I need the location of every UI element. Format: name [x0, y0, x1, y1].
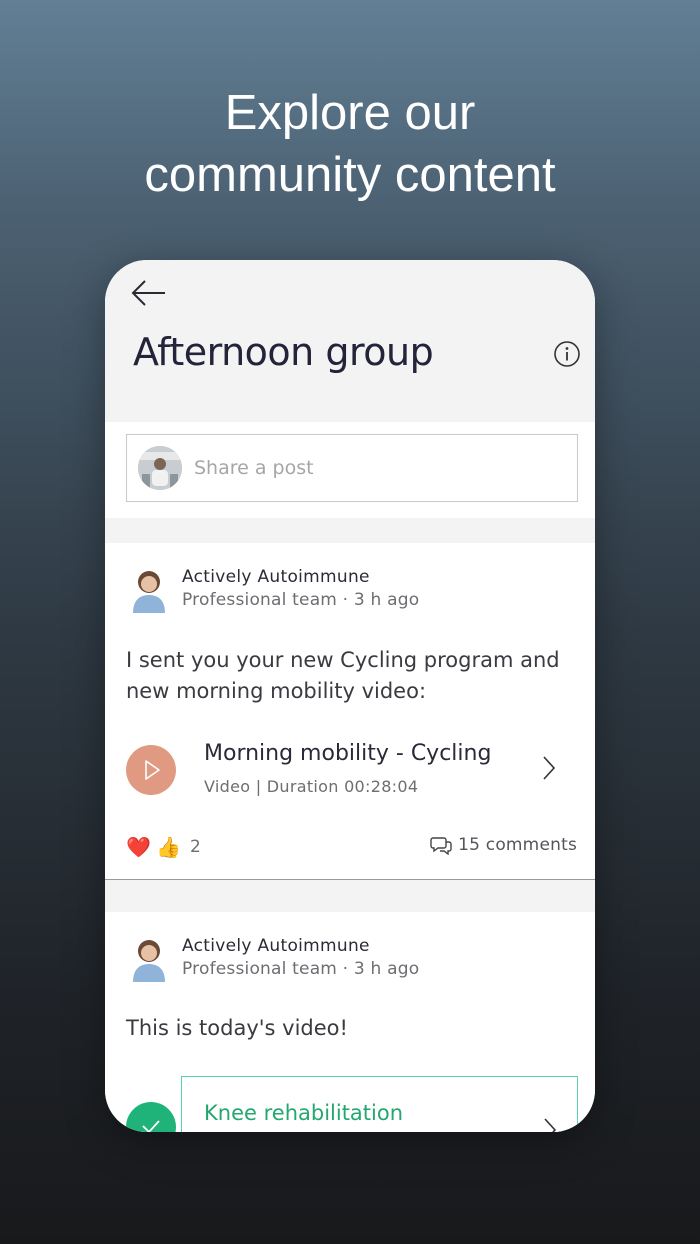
- exercise-attachment[interactable]: Knee rehabilitation: [181, 1076, 578, 1132]
- comment-icon: [430, 837, 452, 856]
- post-card: Actively Autoimmune Professional team · …: [105, 543, 595, 880]
- chevron-right-icon: [544, 1118, 557, 1132]
- play-button[interactable]: [126, 745, 176, 795]
- completed-badge: [126, 1102, 176, 1132]
- reactions[interactable]: ❤️ 👍 2: [126, 835, 201, 861]
- post-author: Actively Autoimmune: [182, 567, 370, 587]
- post-text: I sent you your new Cycling program and …: [126, 648, 560, 703]
- video-attachment[interactable]: Morning mobility - Cycling Video | Durat…: [105, 741, 595, 821]
- author-photo-icon: [133, 571, 165, 613]
- headline-line-2: community content: [144, 148, 556, 202]
- headline: Explore our community content: [0, 82, 700, 206]
- post-card: Actively Autoimmune Professional team · …: [105, 912, 595, 1132]
- back-arrow-icon: [131, 280, 165, 306]
- author-avatar: [129, 936, 169, 982]
- chevron-right-icon: [543, 756, 556, 780]
- share-post-section: Share a post: [105, 422, 595, 518]
- user-photo-icon: [138, 446, 182, 490]
- video-subtitle: Video | Duration 00:28:04: [204, 777, 419, 796]
- check-icon: [142, 1120, 160, 1132]
- phone-screen: Afternoon group Share a post Actively Au…: [105, 260, 595, 1132]
- info-icon: [554, 341, 580, 367]
- heart-reaction-icon: ❤️: [126, 835, 151, 859]
- exercise-title: Knee rehabilitation: [204, 1101, 404, 1125]
- post-meta: Professional team · 3 h ago: [182, 590, 420, 610]
- author-avatar: [129, 567, 169, 613]
- group-header: Afternoon group: [105, 260, 595, 420]
- comments-link[interactable]: 15 comments: [430, 835, 577, 856]
- info-button[interactable]: [553, 340, 581, 368]
- share-post-placeholder: Share a post: [194, 457, 314, 479]
- post-text: This is today's video!: [126, 1016, 348, 1040]
- author-photo-icon: [133, 940, 165, 982]
- video-title: Morning mobility - Cycling: [204, 741, 492, 766]
- post-meta: Professional team · 3 h ago: [182, 959, 420, 979]
- headline-line-1: Explore our: [224, 86, 476, 140]
- post-author: Actively Autoimmune: [182, 936, 370, 956]
- comments-count: 15 comments: [458, 835, 577, 855]
- page-title: Afternoon group: [133, 330, 434, 374]
- avatar: [138, 446, 182, 490]
- back-button[interactable]: [129, 276, 169, 310]
- share-post-input[interactable]: Share a post: [126, 434, 578, 502]
- play-icon: [145, 760, 160, 780]
- reaction-count: 2: [190, 837, 201, 857]
- thumbs-up-reaction-icon: 👍: [156, 835, 181, 859]
